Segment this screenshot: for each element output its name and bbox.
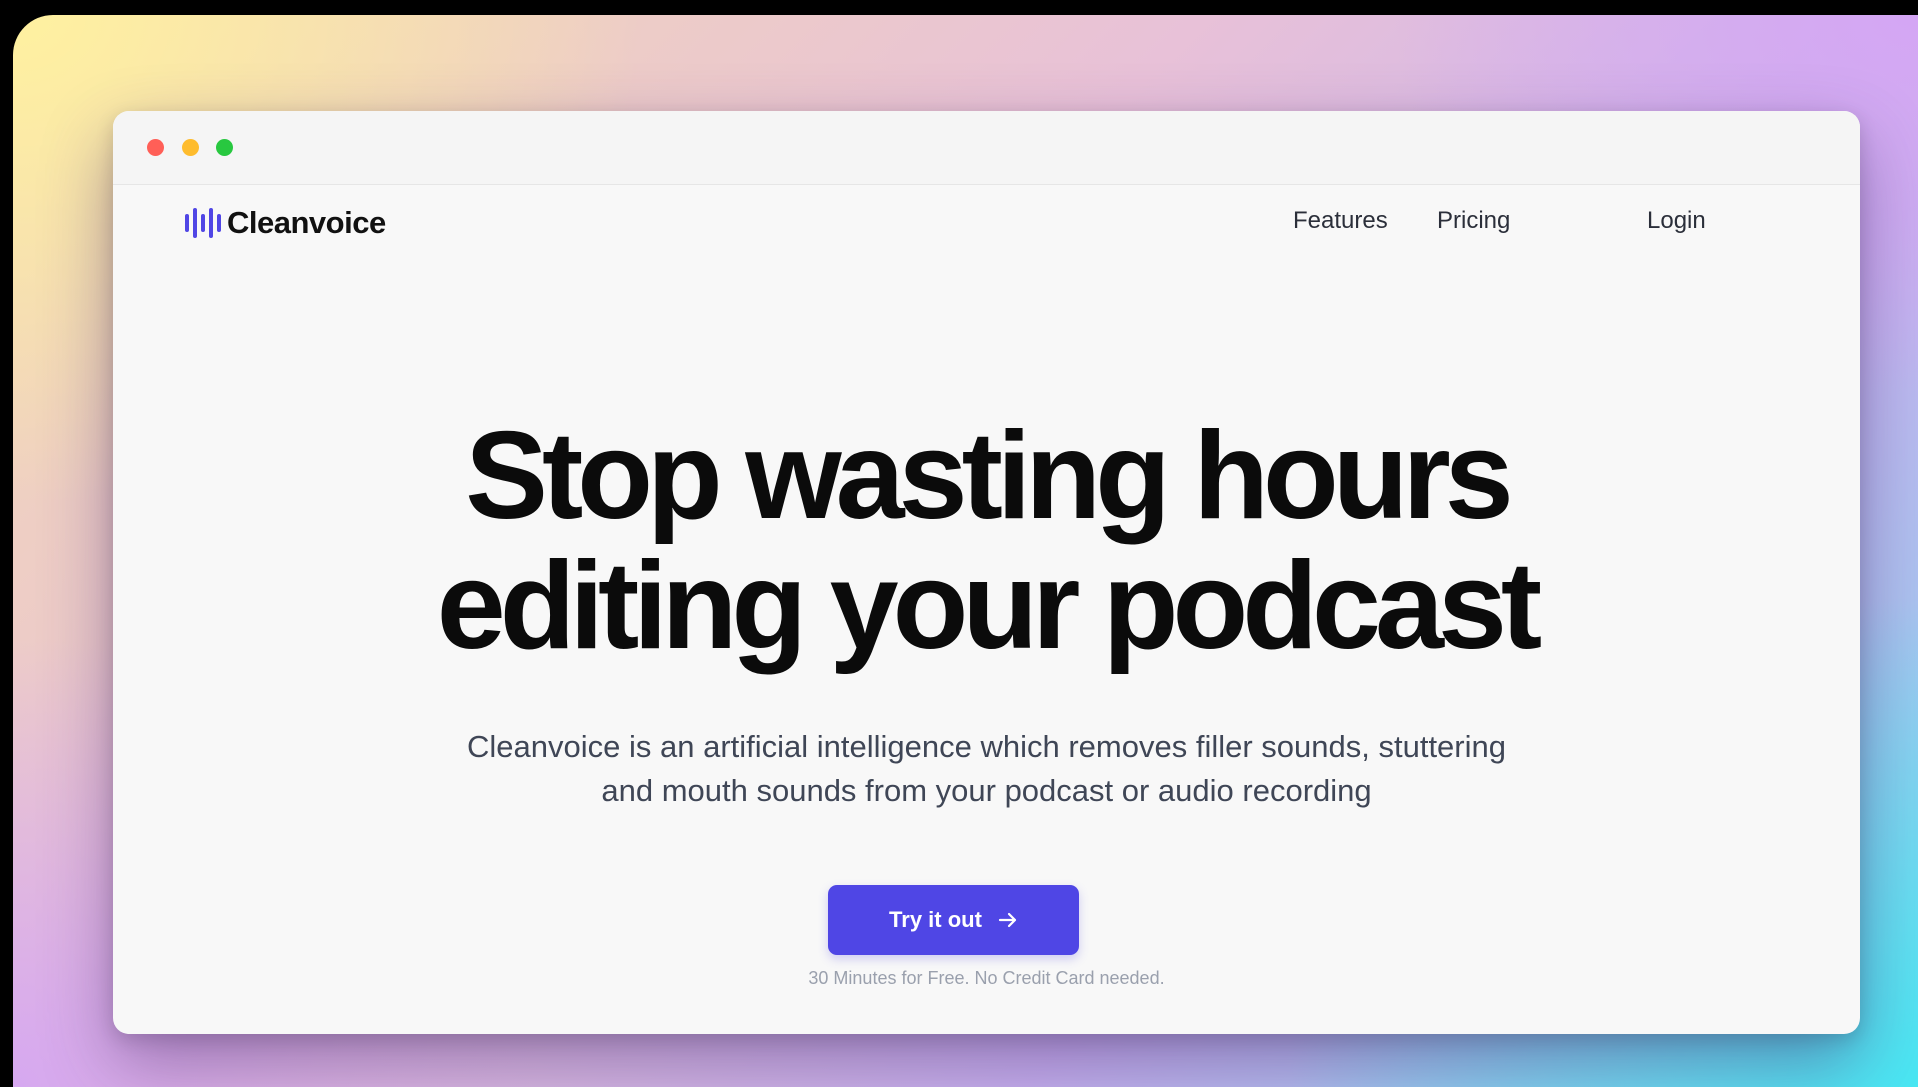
close-window-button[interactable] [147,139,164,156]
free-trial-note: 30 Minutes for Free. No Credit Card need… [808,968,1165,988]
hero-subtitle: Cleanvoice is an artificial intelligence… [113,725,1860,813]
brand-logo[interactable]: Cleanvoice [185,203,386,243]
hero-subtitle-line-1: Cleanvoice is an artificial intelligence… [467,729,1506,764]
nav-link-features[interactable]: Features [1293,207,1388,235]
hero-subtitle-line-2: and mouth sounds from your podcast or au… [601,773,1372,808]
maximize-window-button[interactable] [216,139,233,156]
hero-headline-line-2: editing your podcast [436,537,1542,675]
browser-window: Cleanvoice Features Pricing Login Stop w… [113,111,1860,1034]
window-titlebar [113,111,1860,185]
site-navbar: Cleanvoice Features Pricing Login [113,185,1860,275]
minimize-window-button[interactable] [182,139,199,156]
brand-name: Cleanvoice [227,205,386,240]
gradient-backdrop: Cleanvoice Features Pricing Login Stop w… [13,15,1918,1087]
waveform-icon [185,208,221,238]
hero-headline: Stop wasting hours editing your podcast [113,411,1860,671]
nav-link-login[interactable]: Login [1647,207,1706,235]
hero-headline-line-1: Stop wasting hours [465,407,1513,545]
nav-link-pricing[interactable]: Pricing [1437,207,1510,235]
arrow-right-icon [998,911,1018,929]
try-it-out-button[interactable]: Try it out [828,885,1079,955]
try-it-out-label: Try it out [889,907,982,932]
